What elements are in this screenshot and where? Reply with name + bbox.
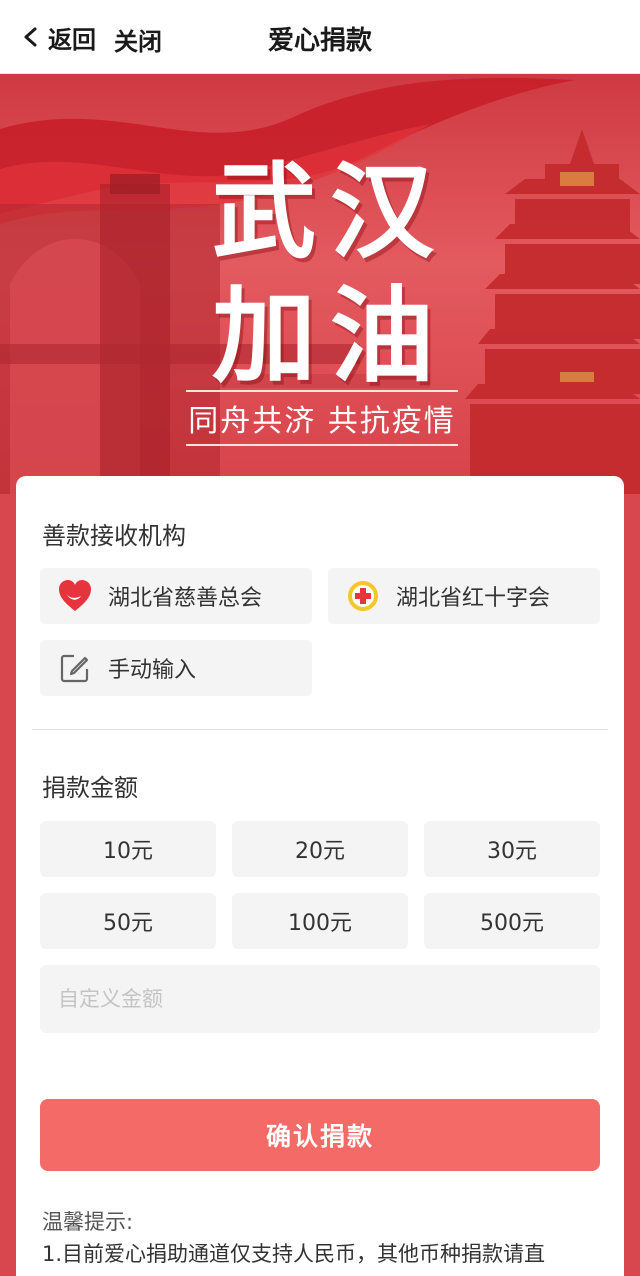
tips-line: 1.目前爱心捐助通道仅支持人民币，其他币种捐款请直 [42,1242,546,1266]
banner-slogan: 同舟共济 共抗疫情 [186,390,458,446]
edit-icon [56,649,94,687]
org-label-charity: 湖北省慈善总会 [108,586,263,611]
amount-option[interactable]: 10元 [40,821,216,877]
donation-card: 善款接收机构 湖北省慈善总会 湖北省红十字会 手动输入 捐款金额 10元 20元… [16,476,624,1276]
amount-option[interactable]: 500元 [424,893,600,949]
amount-option[interactable]: 100元 [232,893,408,949]
top-bar: 返回 关闭 爱心捐款 [0,0,640,74]
amount-option[interactable]: 30元 [424,821,600,877]
red-cross-icon [344,577,382,615]
custom-amount-input[interactable] [40,965,600,1033]
confirm-donation-button[interactable]: 确认捐款 [40,1099,600,1171]
amount-option[interactable]: 20元 [232,821,408,877]
banner-title-line1: 武汉 [211,150,448,273]
amount-option[interactable]: 50元 [40,893,216,949]
org-option-manual[interactable]: 手动输入 [40,640,312,696]
org-label-manual: 手动输入 [108,658,197,683]
org-option-charity[interactable]: 湖北省慈善总会 [40,568,312,624]
org-section-label: 善款接收机构 [42,522,186,550]
amount-section-label: 捐款金额 [42,774,138,802]
banner-image: 武汉 加油 同舟共济 共抗疫情 [0,74,640,494]
heart-charity-icon [56,577,94,615]
divider [32,729,608,730]
org-option-red-cross[interactable]: 湖北省红十字会 [328,568,600,624]
tips-title: 温馨提示: [42,1210,134,1234]
org-label-red-cross: 湖北省红十字会 [396,586,551,611]
page-title: 爱心捐款 [267,26,372,56]
banner-title-line2: 加油 [211,274,448,397]
